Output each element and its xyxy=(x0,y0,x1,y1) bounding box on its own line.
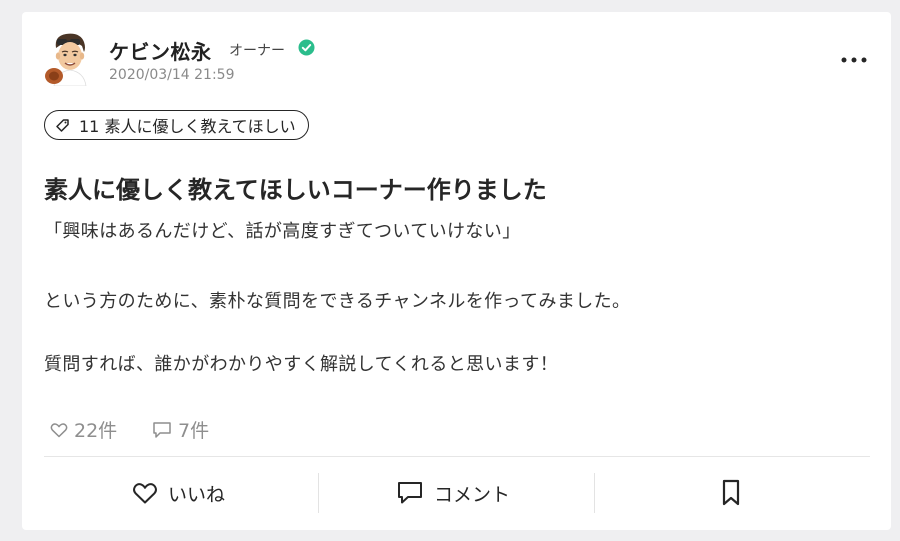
like-button-label: いいね xyxy=(168,483,226,506)
bookmark-button[interactable] xyxy=(720,474,752,512)
more-options-icon[interactable] xyxy=(834,52,874,68)
avatar[interactable] xyxy=(44,30,94,86)
author-name[interactable]: ケビン松永 xyxy=(109,36,212,65)
channel-tag-label: 11 素人に優しく教えてほしい xyxy=(79,117,296,136)
like-count-label: 22件 xyxy=(74,420,118,442)
post-card: ケビン松永 オーナー 2020/03/14 21:59 11 素人に優しく教えて… xyxy=(22,12,891,530)
post-body-line: 「興味はあるんだけど、話が高度すぎてついていけない」 xyxy=(44,221,521,242)
action-separator xyxy=(594,473,595,513)
comment-count[interactable]: 7件 xyxy=(152,416,209,443)
action-separator xyxy=(318,473,319,513)
comment-icon xyxy=(398,482,422,504)
heart-icon xyxy=(133,483,157,504)
like-button[interactable]: いいね xyxy=(132,474,225,512)
divider xyxy=(44,456,870,457)
verified-badge-icon xyxy=(298,39,315,56)
bookmark-icon xyxy=(722,479,740,506)
comment-icon xyxy=(153,421,171,438)
heart-icon xyxy=(50,422,68,437)
comment-count-label: 7件 xyxy=(178,420,210,442)
tag-icon xyxy=(56,119,69,132)
comment-button[interactable]: コメント xyxy=(396,474,510,512)
author-role-label: オーナー xyxy=(229,43,285,59)
post-timestamp: 2020/03/14 21:59 xyxy=(109,67,235,83)
post-body-line: という方のために、素朴な質問をできるチャンネルを作ってみました。 xyxy=(44,291,631,312)
channel-tag[interactable]: 11 素人に優しく教えてほしい xyxy=(44,110,309,140)
like-count[interactable]: 22件 xyxy=(50,416,117,443)
post-body-line: 質問すれば、誰かがわかりやすく解説してくれると思います！ xyxy=(44,354,559,375)
comment-button-label: コメント xyxy=(434,483,511,506)
post-title: 素人に優しく教えてほしいコーナー作りました xyxy=(44,176,547,204)
